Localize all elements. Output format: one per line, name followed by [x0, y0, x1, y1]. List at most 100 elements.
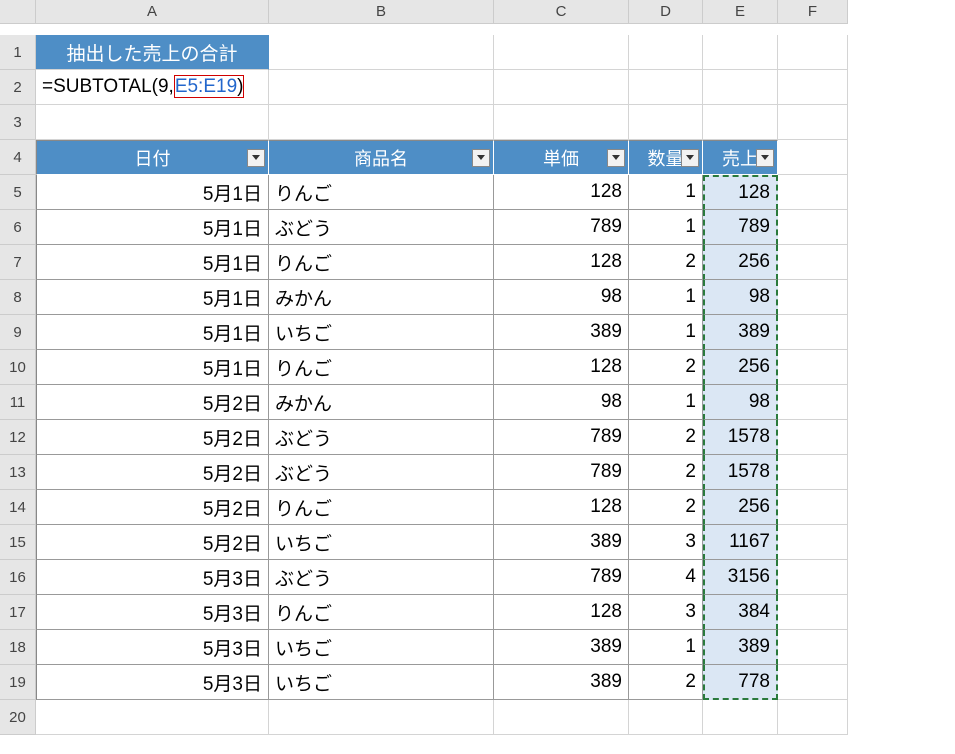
cell-sales-9[interactable]: 389	[703, 315, 778, 350]
cell-product-6[interactable]: ぶどう	[269, 210, 494, 245]
cell-product-8[interactable]: みかん	[269, 280, 494, 315]
cell-date-8[interactable]: 5月1日	[36, 280, 269, 315]
cell-unit-price-14[interactable]: 128	[494, 490, 629, 525]
row-header-10[interactable]: 10	[0, 350, 36, 385]
formula-cell-a2[interactable]: =SUBTOTAL(9,E5:E19)	[36, 70, 269, 105]
cell-product-10[interactable]: りんご	[269, 350, 494, 385]
table-header-unit-price[interactable]: 単価	[494, 140, 629, 175]
cell-unit-price-5[interactable]: 128	[494, 175, 629, 210]
column-header-f[interactable]: F	[778, 0, 848, 24]
cell-e3[interactable]	[703, 105, 778, 140]
cell-f17[interactable]	[778, 595, 848, 630]
cell-unit-price-11[interactable]: 98	[494, 385, 629, 420]
cell-f12[interactable]	[778, 420, 848, 455]
cell-qty-10[interactable]: 2	[629, 350, 703, 385]
cell-f3[interactable]	[778, 105, 848, 140]
cell-e20[interactable]	[703, 700, 778, 735]
cell-date-14[interactable]: 5月2日	[36, 490, 269, 525]
cell-f14[interactable]	[778, 490, 848, 525]
table-header-sales[interactable]: 売上	[703, 140, 778, 175]
row-header-4[interactable]: 4	[0, 140, 36, 175]
cell-unit-price-19[interactable]: 389	[494, 665, 629, 700]
row-header-2[interactable]: 2	[0, 70, 36, 105]
cell-product-7[interactable]: りんご	[269, 245, 494, 280]
cell-sales-19[interactable]: 778	[703, 665, 778, 700]
cell-qty-13[interactable]: 2	[629, 455, 703, 490]
row-header-3[interactable]: 3	[0, 105, 36, 140]
cell-sales-14[interactable]: 256	[703, 490, 778, 525]
column-header-c[interactable]: C	[494, 0, 629, 24]
cell-qty-14[interactable]: 2	[629, 490, 703, 525]
cell-d3[interactable]	[629, 105, 703, 140]
cell-f15[interactable]	[778, 525, 848, 560]
cell-product-15[interactable]: いちご	[269, 525, 494, 560]
cell-sales-7[interactable]: 256	[703, 245, 778, 280]
row-header-17[interactable]: 17	[0, 595, 36, 630]
cell-qty-19[interactable]: 2	[629, 665, 703, 700]
cell-date-7[interactable]: 5月1日	[36, 245, 269, 280]
cell-e1[interactable]	[703, 35, 778, 70]
cell-sales-6[interactable]: 789	[703, 210, 778, 245]
filter-dropdown-icon[interactable]	[247, 149, 265, 167]
cell-date-18[interactable]: 5月3日	[36, 630, 269, 665]
cell-a3[interactable]	[36, 105, 269, 140]
column-header-b[interactable]: B	[269, 0, 494, 24]
cell-date-9[interactable]: 5月1日	[36, 315, 269, 350]
cell-qty-15[interactable]: 3	[629, 525, 703, 560]
cell-unit-price-18[interactable]: 389	[494, 630, 629, 665]
row-header-16[interactable]: 16	[0, 560, 36, 595]
cell-product-14[interactable]: りんご	[269, 490, 494, 525]
row-header-20[interactable]: 20	[0, 700, 36, 735]
cell-sales-8[interactable]: 98	[703, 280, 778, 315]
cell-date-19[interactable]: 5月3日	[36, 665, 269, 700]
column-header-e[interactable]: E	[703, 0, 778, 24]
cell-qty-5[interactable]: 1	[629, 175, 703, 210]
row-header-15[interactable]: 15	[0, 525, 36, 560]
cell-product-5[interactable]: りんご	[269, 175, 494, 210]
cell-f1[interactable]	[778, 35, 848, 70]
cell-sales-13[interactable]: 1578	[703, 455, 778, 490]
cell-c20[interactable]	[494, 700, 629, 735]
cell-qty-12[interactable]: 2	[629, 420, 703, 455]
cell-a20[interactable]	[36, 700, 269, 735]
row-header-1[interactable]: 1	[0, 35, 36, 70]
cell-unit-price-7[interactable]: 128	[494, 245, 629, 280]
cell-qty-18[interactable]: 1	[629, 630, 703, 665]
cell-qty-17[interactable]: 3	[629, 595, 703, 630]
cell-unit-price-8[interactable]: 98	[494, 280, 629, 315]
cell-sales-17[interactable]: 384	[703, 595, 778, 630]
row-header-13[interactable]: 13	[0, 455, 36, 490]
cell-product-16[interactable]: ぶどう	[269, 560, 494, 595]
cell-qty-8[interactable]: 1	[629, 280, 703, 315]
cell-f16[interactable]	[778, 560, 848, 595]
row-header-6[interactable]: 6	[0, 210, 36, 245]
cell-d2[interactable]	[629, 70, 703, 105]
cell-e2[interactable]	[703, 70, 778, 105]
cell-d20[interactable]	[629, 700, 703, 735]
cell-f5[interactable]	[778, 175, 848, 210]
cell-unit-price-9[interactable]: 389	[494, 315, 629, 350]
cell-date-11[interactable]: 5月2日	[36, 385, 269, 420]
column-header-a[interactable]: A	[36, 0, 269, 24]
cell-product-9[interactable]: いちご	[269, 315, 494, 350]
cell-qty-6[interactable]: 1	[629, 210, 703, 245]
cell-unit-price-15[interactable]: 389	[494, 525, 629, 560]
cell-sales-16[interactable]: 3156	[703, 560, 778, 595]
filter-dropdown-icon[interactable]	[607, 149, 625, 167]
filter-dropdown-icon[interactable]	[756, 149, 774, 167]
cell-f6[interactable]	[778, 210, 848, 245]
cell-unit-price-6[interactable]: 789	[494, 210, 629, 245]
column-header-d[interactable]: D	[629, 0, 703, 24]
filter-dropdown-icon[interactable]	[681, 149, 699, 167]
cell-sales-11[interactable]: 98	[703, 385, 778, 420]
cell-b3[interactable]	[269, 105, 494, 140]
cell-date-15[interactable]: 5月2日	[36, 525, 269, 560]
cell-date-17[interactable]: 5月3日	[36, 595, 269, 630]
cell-product-17[interactable]: りんご	[269, 595, 494, 630]
cell-f18[interactable]	[778, 630, 848, 665]
cell-f20[interactable]	[778, 700, 848, 735]
cell-sales-15[interactable]: 1167	[703, 525, 778, 560]
row-header-5[interactable]: 5	[0, 175, 36, 210]
cell-unit-price-17[interactable]: 128	[494, 595, 629, 630]
cell-date-5[interactable]: 5月1日	[36, 175, 269, 210]
